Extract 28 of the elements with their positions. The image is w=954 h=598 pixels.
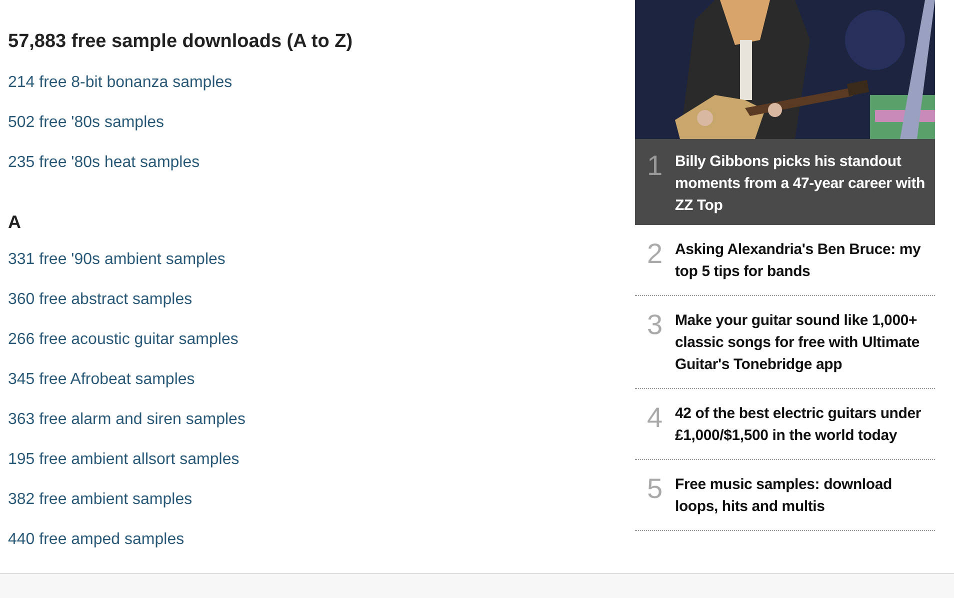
rank-number: 3 xyxy=(647,310,664,342)
popular-article[interactable]: 2 Asking Alexandria's Ben Bruce: my top 5 tips for bands xyxy=(635,225,935,296)
sample-link[interactable]: 360 free abstract samples xyxy=(8,290,192,308)
sample-link[interactable]: 235 free '80s heat samples xyxy=(8,154,200,170)
sample-link[interactable]: 331 free '90s ambient samples xyxy=(8,250,226,268)
sample-link[interactable]: 363 free alarm and siren samples xyxy=(8,410,246,428)
article-title: Asking Alexandria's Ben Bruce: my top 5 tips for bands xyxy=(675,240,922,282)
sample-link[interactable]: 214 free 8-bit bonanza samples xyxy=(8,74,232,90)
section-heading: A xyxy=(8,210,22,234)
popular-article[interactable]: 3 Make your guitar sound like 1,000+ classic songs for free with Ultimate Guitar's Tonebridge app xyxy=(635,296,935,389)
sample-link[interactable]: 382 free ambient samples xyxy=(8,490,192,508)
popular-article[interactable]: 1 Billy Gibbons picks his standout moments from a 47-year career with ZZ Top xyxy=(635,139,935,225)
article-title: Billy Gibbons picks his standout moments from a 47-year career with ZZ Top xyxy=(675,152,926,216)
page-heading: 57,883 free sample downloads (A to Z) xyxy=(8,30,354,54)
sample-link[interactable]: 502 free '80s samples xyxy=(8,114,164,130)
rank-number: 5 xyxy=(647,474,664,506)
popular-article[interactable]: 5 Free music samples: download loops, hits and multis xyxy=(635,460,935,531)
sample-link[interactable]: 440 free amped samples xyxy=(8,530,184,548)
sample-link[interactable]: 345 free Afrobeat samples xyxy=(8,370,195,388)
rank-number: 4 xyxy=(647,403,664,435)
sample-link[interactable]: 266 free acoustic guitar samples xyxy=(8,330,238,348)
rank-number: 1 xyxy=(647,151,664,183)
article-title: Make your guitar sound like 1,000+ classic songs for free with Ultimate Guitar's Tonebridge app xyxy=(675,311,921,375)
article-title: 42 of the best electric guitars under £1,000/$1,500 in the world today xyxy=(675,404,922,446)
popular-article[interactable]: 4 42 of the best electric guitars under £1,000/$1,500 in the world today xyxy=(635,389,935,460)
rank-number: 2 xyxy=(647,239,664,271)
article-title: Free music samples: download loops, hits and multis xyxy=(675,475,893,517)
sample-link[interactable]: 195 free ambient allsort samples xyxy=(8,450,240,468)
